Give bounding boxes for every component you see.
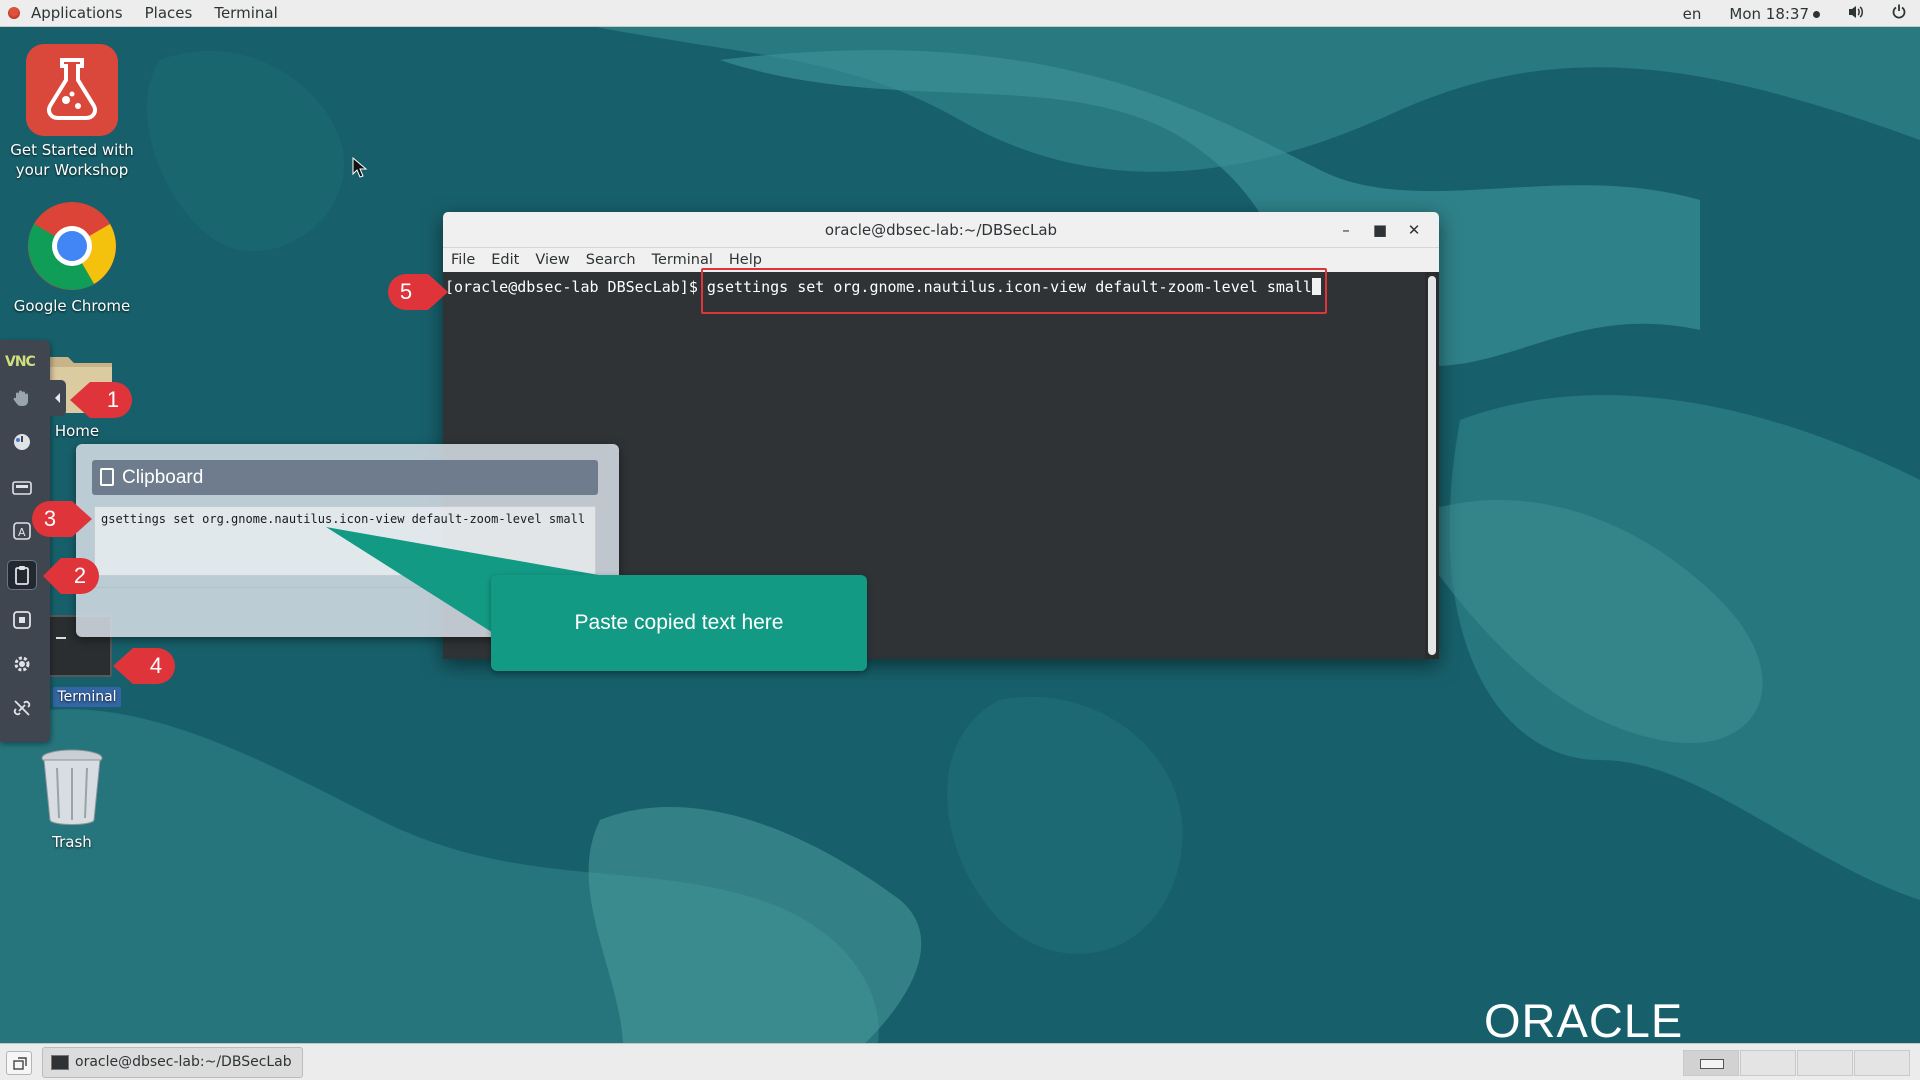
clock[interactable]: Mon 18:37	[1715, 5, 1834, 23]
clipboard-header-icon	[100, 468, 114, 486]
close-icon[interactable]: ✕	[1397, 212, 1431, 248]
shell-prompt: [oracle@dbsec-lab DBSecLab]$	[445, 278, 707, 296]
mouse-icon[interactable]	[7, 427, 37, 457]
taskbar-terminal-item[interactable]: oracle@dbsec-lab:~/DBSecLab	[42, 1047, 303, 1078]
mouse-cursor-icon	[352, 157, 368, 178]
applications-icon[interactable]	[8, 7, 20, 19]
clipboard-title: Clipboard	[122, 467, 204, 488]
instruction-callout: Paste copied text here	[491, 575, 867, 671]
language-indicator[interactable]: en	[1669, 5, 1716, 23]
step-number-2: 2	[73, 563, 87, 588]
menu-places[interactable]: Places	[134, 0, 204, 27]
workshop-icon	[26, 44, 118, 136]
trash-icon	[41, 749, 103, 825]
callout-text: Paste copied text here	[574, 611, 784, 634]
maximize-icon[interactable]: ■	[1363, 212, 1397, 248]
workspace-1[interactable]	[1683, 1050, 1739, 1076]
step-number-4: 4	[149, 653, 163, 678]
oracle-logo: ORACLE	[1484, 994, 1684, 1047]
top-panel: Applications Places Terminal en Mon 18:3…	[0, 0, 1920, 27]
menu-applications[interactable]: Applications	[20, 0, 134, 27]
clipboard-icon	[15, 566, 29, 585]
step-marker-3: 3	[28, 497, 92, 541]
step-marker-1: 1	[70, 378, 134, 422]
drag-viewport-icon[interactable]	[7, 383, 37, 413]
vnc-toolbar-handle[interactable]	[50, 380, 66, 416]
workspace-window-thumb	[1700, 1059, 1724, 1069]
workspace-4[interactable]	[1854, 1050, 1910, 1076]
volume-icon[interactable]	[1834, 5, 1878, 23]
bottom-panel: oracle@dbsec-lab:~/DBSecLab	[0, 1043, 1920, 1080]
desktop-icon-chrome[interactable]: Google Chrome	[2, 200, 142, 316]
menu-search[interactable]: Search	[578, 252, 644, 268]
terminal-title: oracle@dbsec-lab:~/DBSecLab	[824, 221, 1058, 239]
menu-view[interactable]: View	[527, 252, 577, 268]
power-icon[interactable]	[1878, 4, 1920, 23]
step-number-5: 5	[399, 279, 413, 304]
minimize-icon[interactable]: –	[1329, 212, 1363, 248]
notification-dot-icon	[1813, 10, 1820, 18]
step-marker-5: 5	[384, 270, 448, 314]
command-highlight-box	[701, 268, 1327, 314]
fullscreen-icon[interactable]	[7, 605, 37, 635]
chrome-label: Google Chrome	[13, 297, 131, 315]
settings-gear-icon[interactable]	[7, 649, 37, 679]
show-desktop-button[interactable]	[6, 1051, 32, 1075]
clipboard-textarea[interactable]: gsettings set org.gnome.nautilus.icon-vi…	[94, 506, 596, 576]
menu-help[interactable]: Help	[721, 252, 770, 268]
clipboard-button[interactable]	[7, 560, 37, 590]
clipboard-header: Clipboard	[92, 460, 598, 495]
desktop-icon-workshop[interactable]: Get Started with your Workshop	[2, 42, 142, 180]
terminal-titlebar[interactable]: oracle@dbsec-lab:~/DBSecLab – ■ ✕	[443, 212, 1439, 248]
menu-terminal-app[interactable]: Terminal	[644, 252, 721, 268]
terminal-label: Terminal	[53, 687, 121, 707]
clock-text: Mon 18:37	[1729, 4, 1809, 23]
menu-file[interactable]: File	[443, 252, 483, 268]
disconnect-icon[interactable]	[7, 693, 37, 723]
step-marker-4: 4	[113, 644, 177, 688]
menu-edit[interactable]: Edit	[483, 252, 527, 268]
scrollbar-thumb[interactable]	[1428, 276, 1436, 655]
desktop-icon-trash[interactable]: Trash	[2, 748, 142, 852]
vnc-toolbar: VNC A	[0, 340, 66, 742]
vnc-logo: VNC	[5, 354, 36, 370]
workshop-label: Get Started with your Workshop	[10, 141, 134, 179]
terminal-task-icon	[51, 1055, 69, 1070]
workspace-3[interactable]	[1797, 1050, 1853, 1076]
step-number-3: 3	[43, 506, 57, 531]
step-marker-2: 2	[43, 554, 101, 598]
menu-terminal[interactable]: Terminal	[203, 0, 288, 27]
workspace-2[interactable]	[1740, 1050, 1796, 1076]
step-number-1: 1	[106, 387, 120, 412]
chrome-icon	[28, 202, 116, 290]
trash-label: Trash	[52, 833, 92, 851]
taskbar-terminal-label: oracle@dbsec-lab:~/DBSecLab	[75, 1054, 292, 1070]
svg-text:A: A	[18, 526, 26, 539]
show-desktop-icon	[13, 1057, 27, 1070]
terminal-scrollbar[interactable]	[1425, 272, 1439, 659]
